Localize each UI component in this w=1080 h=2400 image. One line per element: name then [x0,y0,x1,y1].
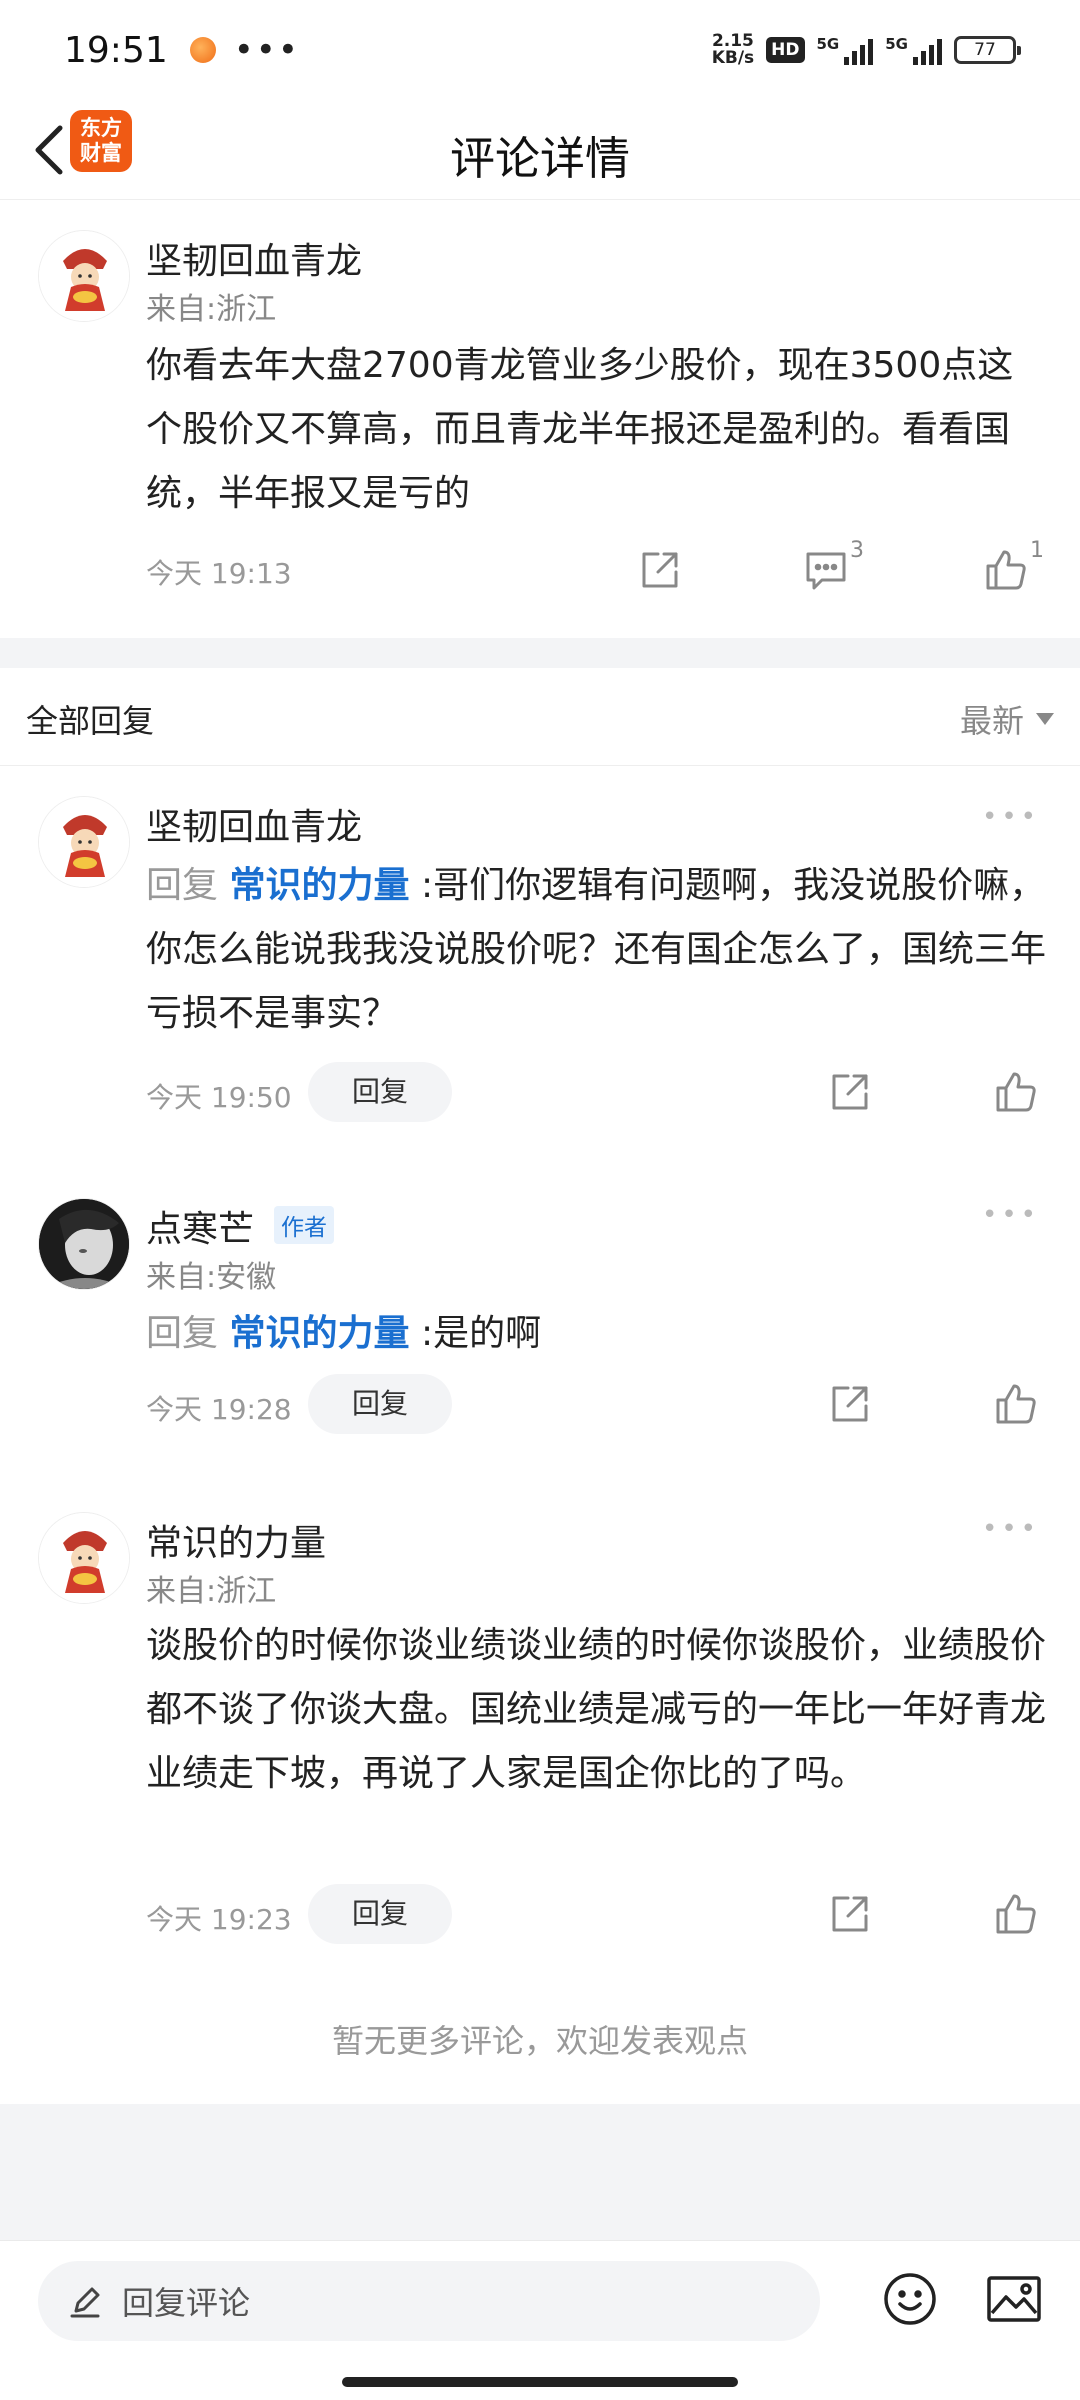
location: 来自:浙江 [146,1574,277,1609]
reply-input[interactable]: 回复评论 [38,2261,820,2341]
more-dots-icon[interactable]: ••• [982,1514,1040,1544]
share-icon [832,1074,868,1110]
avatar[interactable] [38,1198,130,1290]
reply-text: 谈股价的时候你谈业绩谈业绩的时候你谈股价，业绩股价都不谈了你谈大盘。国统业绩是减… [146,1625,1047,1794]
location: 来自:浙江 [146,292,277,327]
reply-text: 回复 常识的力量 :是的啊 [146,1313,542,1354]
comment-button[interactable]: 3 [804,538,864,596]
share-icon [832,1386,868,1422]
reply-input-placeholder: 回复评论 [122,2284,251,2322]
section-divider [0,638,1080,668]
reply-item: 点寒芒 作者 ••• 来自:安徽 回复 常识的力量 :是的啊 今天 19:28 … [0,1166,1080,1478]
status-more-icon: ••• [233,30,300,70]
author-name[interactable]: 点寒芒 [146,1200,254,1252]
reply-button[interactable]: 回复 [308,1884,452,1944]
comment-text: 你看去年大盘2700青龙管业多少股价，现在3500点这个股价又不算高，而且青龙半… [146,345,1014,514]
like-button[interactable] [994,1892,1038,1940]
reply-text: 回复 常识的力量 :哥们你逻辑有问题啊，我没说股价嘛，你怎么能说我我没说股价呢？… [146,865,1047,1034]
comment-count: 3 [850,538,864,563]
share-button[interactable] [828,1382,872,1430]
network-speed: 2.15 KB/s [711,31,755,68]
battery-icon: 77 [954,36,1021,64]
hd-badge: HD [766,37,805,63]
thumbs-up-icon [986,550,1026,590]
reply-target-user[interactable]: 常识的力量 [229,1313,409,1354]
like-button[interactable]: 1 [984,538,1044,596]
thumbs-up-icon [996,1894,1036,1934]
like-count: 1 [1030,538,1044,563]
comment-icon [806,552,846,590]
main-comment: 坚韧回血青龙 来自:浙江 你看去年大盘2700青龙管业多少股价，现在3500点这… [0,200,1080,638]
status-time: 19:51 [64,29,168,71]
more-dots-icon[interactable]: ••• [982,802,1040,832]
like-button[interactable] [994,1382,1038,1430]
pencil-icon [70,2287,100,2318]
no-more-comments: 暂无更多评论，欢迎发表观点 [331,2022,748,2060]
location: 来自:安徽 [146,1260,277,1295]
reply-item: 坚韧回血青龙 ••• 回复 常识的力量 :哥们你逻辑有问题啊，我没说股价嘛，你怎… [0,766,1080,1146]
status-bar: 19:51 ••• 2.15 KB/s HD 5G 5G 77 [0,0,1080,100]
notification-app-icon [189,37,216,63]
avatar[interactable] [38,796,130,888]
caret-down-icon [1036,713,1054,725]
image-button[interactable] [986,2275,1042,2327]
emoji-button[interactable] [882,2271,938,2331]
reply-time: 今天 19:50 [146,1081,292,1114]
share-button[interactable] [828,1892,872,1940]
user-photo-avatar-icon [39,1199,129,1289]
sort-dropdown[interactable]: 最新 [960,696,1054,742]
author-tag-badge: 作者 [274,1206,334,1244]
like-button[interactable] [994,1070,1038,1118]
signal-1-icon: 5G [817,35,874,65]
avatar[interactable] [38,1512,130,1604]
reply-time: 今天 19:23 [146,1903,292,1936]
reply-item: 常识的力量 ••• 来自:浙江 谈股价的时候你谈业绩谈业绩的时候你谈股价，业绩股… [0,1478,1080,1978]
god-of-wealth-avatar-icon [39,231,129,321]
bottom-bar: 回复评论 [0,2240,1080,2400]
author-name[interactable]: 常识的力量 [146,1514,326,1566]
reply-button[interactable]: 回复 [308,1374,452,1434]
home-indicator[interactable] [342,2377,738,2387]
reply-target-user[interactable]: 常识的力量 [229,865,409,906]
thumbs-up-icon [996,1072,1036,1112]
signal-2-icon: 5G [885,35,942,65]
replies-header: 全部回复 最新 [0,668,1080,766]
empty-area [0,2104,1080,2240]
thumbs-up-icon [996,1384,1036,1424]
avatar[interactable] [38,230,130,322]
reply-time: 今天 19:28 [146,1393,292,1426]
image-icon [987,2276,1041,2322]
god-of-wealth-avatar-icon [39,797,129,887]
share-icon [832,1896,868,1932]
share-button[interactable] [638,548,682,596]
more-dots-icon[interactable]: ••• [982,1200,1040,1230]
god-of-wealth-avatar-icon [39,1513,129,1603]
author-name[interactable]: 坚韧回血青龙 [146,798,362,850]
author-name[interactable]: 坚韧回血青龙 [146,232,362,284]
emoji-icon [884,2273,936,2325]
share-button[interactable] [828,1070,872,1118]
replies-title: 全部回复 [26,702,155,740]
nav-bar: 东方 财富 评论详情 [0,100,1080,200]
share-icon [642,552,678,588]
reply-button[interactable]: 回复 [308,1062,452,1122]
page-title: 评论详情 [449,132,630,185]
sort-label: 最新 [959,702,1024,740]
comment-time: 今天 19:13 [146,557,292,590]
